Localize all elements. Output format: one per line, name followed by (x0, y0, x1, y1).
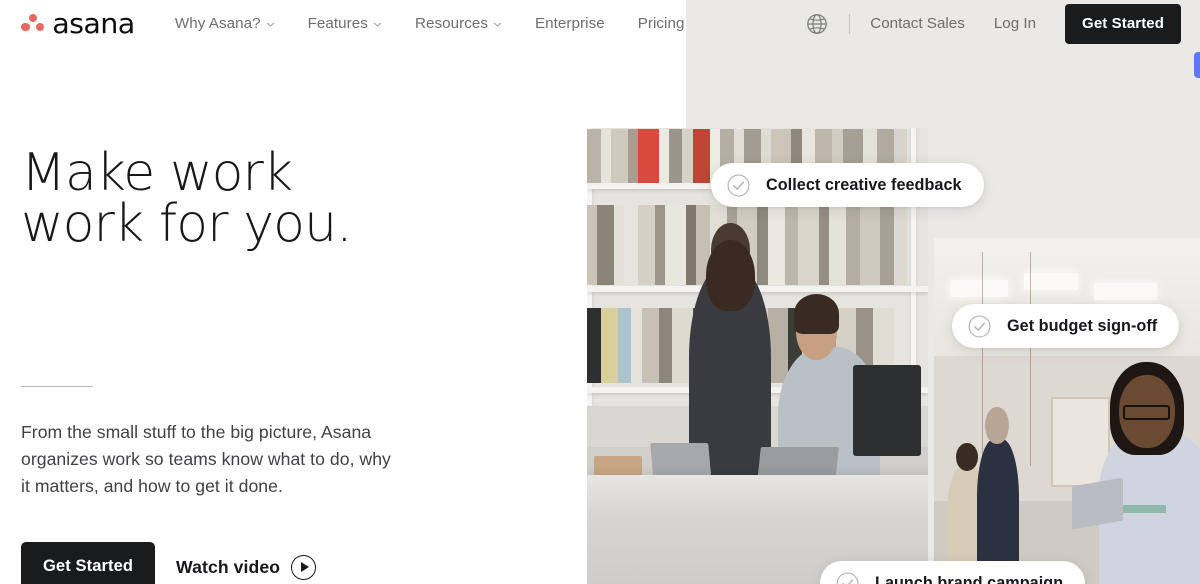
task-card-label: Collect creative feedback (766, 175, 962, 194)
nav-item-enterprise[interactable]: Enterprise (535, 15, 605, 32)
nav-item-why-asana[interactable]: Why Asana? (175, 15, 275, 32)
contact-sales-link[interactable]: Contact Sales (870, 15, 965, 32)
task-card-label: Launch brand campaign (875, 573, 1064, 584)
check-circle-icon (968, 315, 991, 338)
chevron-down-icon (373, 20, 382, 29)
task-card-collect-creative-feedback[interactable]: Collect creative feedback (711, 163, 984, 207)
get-started-button-nav[interactable]: Get Started (1065, 3, 1181, 44)
hero-description: From the small stuff to the big picture,… (21, 422, 391, 497)
globe-icon[interactable] (806, 13, 828, 35)
nav-item-features[interactable]: Features (308, 15, 382, 32)
nav-right-group: Contact Sales Log In Get Started (806, 0, 1181, 47)
asana-landing-page: asana Why Asana? Features Resources Ente… (0, 0, 1200, 584)
asana-logo[interactable]: asana (20, 6, 135, 40)
hero-cta-row: Get Started Watch video (21, 542, 451, 584)
nav-item-label: Pricing (637, 15, 685, 32)
nav-left-group: asana Why Asana? Features Resources Ente… (0, 6, 685, 40)
get-started-button-hero[interactable]: Get Started (21, 542, 156, 584)
watch-video-label: Watch video (176, 556, 281, 577)
main-navigation: asana Why Asana? Features Resources Ente… (0, 0, 1200, 47)
divider-rule (21, 386, 93, 388)
nav-item-resources[interactable]: Resources (415, 15, 502, 32)
nav-divider (849, 13, 851, 34)
log-in-link[interactable]: Log In (994, 15, 1036, 32)
nav-links: Why Asana? Features Resources Enterprise… (175, 15, 685, 32)
hero-content: Make work work for you. From the small s… (21, 143, 451, 584)
nav-item-pricing[interactable]: Pricing (638, 15, 685, 32)
nav-item-label: Enterprise (534, 15, 605, 32)
chevron-down-icon (493, 20, 502, 29)
play-circle-icon (291, 554, 317, 580)
chevron-down-icon (266, 20, 275, 29)
right-edge-accent (1194, 52, 1200, 78)
task-card-label: Get budget sign-off (1007, 316, 1158, 335)
hero-photo-secondary (934, 238, 1200, 584)
nav-item-label: Features (307, 15, 368, 32)
check-circle-icon (727, 174, 750, 197)
task-card-get-budget-sign-off[interactable]: Get budget sign-off (952, 304, 1180, 348)
page-title: Make work work for you. (21, 143, 353, 254)
nav-item-label: Resources (414, 15, 488, 32)
watch-video-button[interactable]: Watch video (176, 554, 317, 580)
task-card-launch-brand-campaign[interactable]: Launch brand campaign (820, 561, 1086, 584)
asana-logo-mark-icon (20, 13, 46, 35)
nav-item-label: Why Asana? (174, 15, 261, 32)
check-circle-icon (836, 572, 859, 584)
asana-logo-text: asana (52, 6, 135, 40)
